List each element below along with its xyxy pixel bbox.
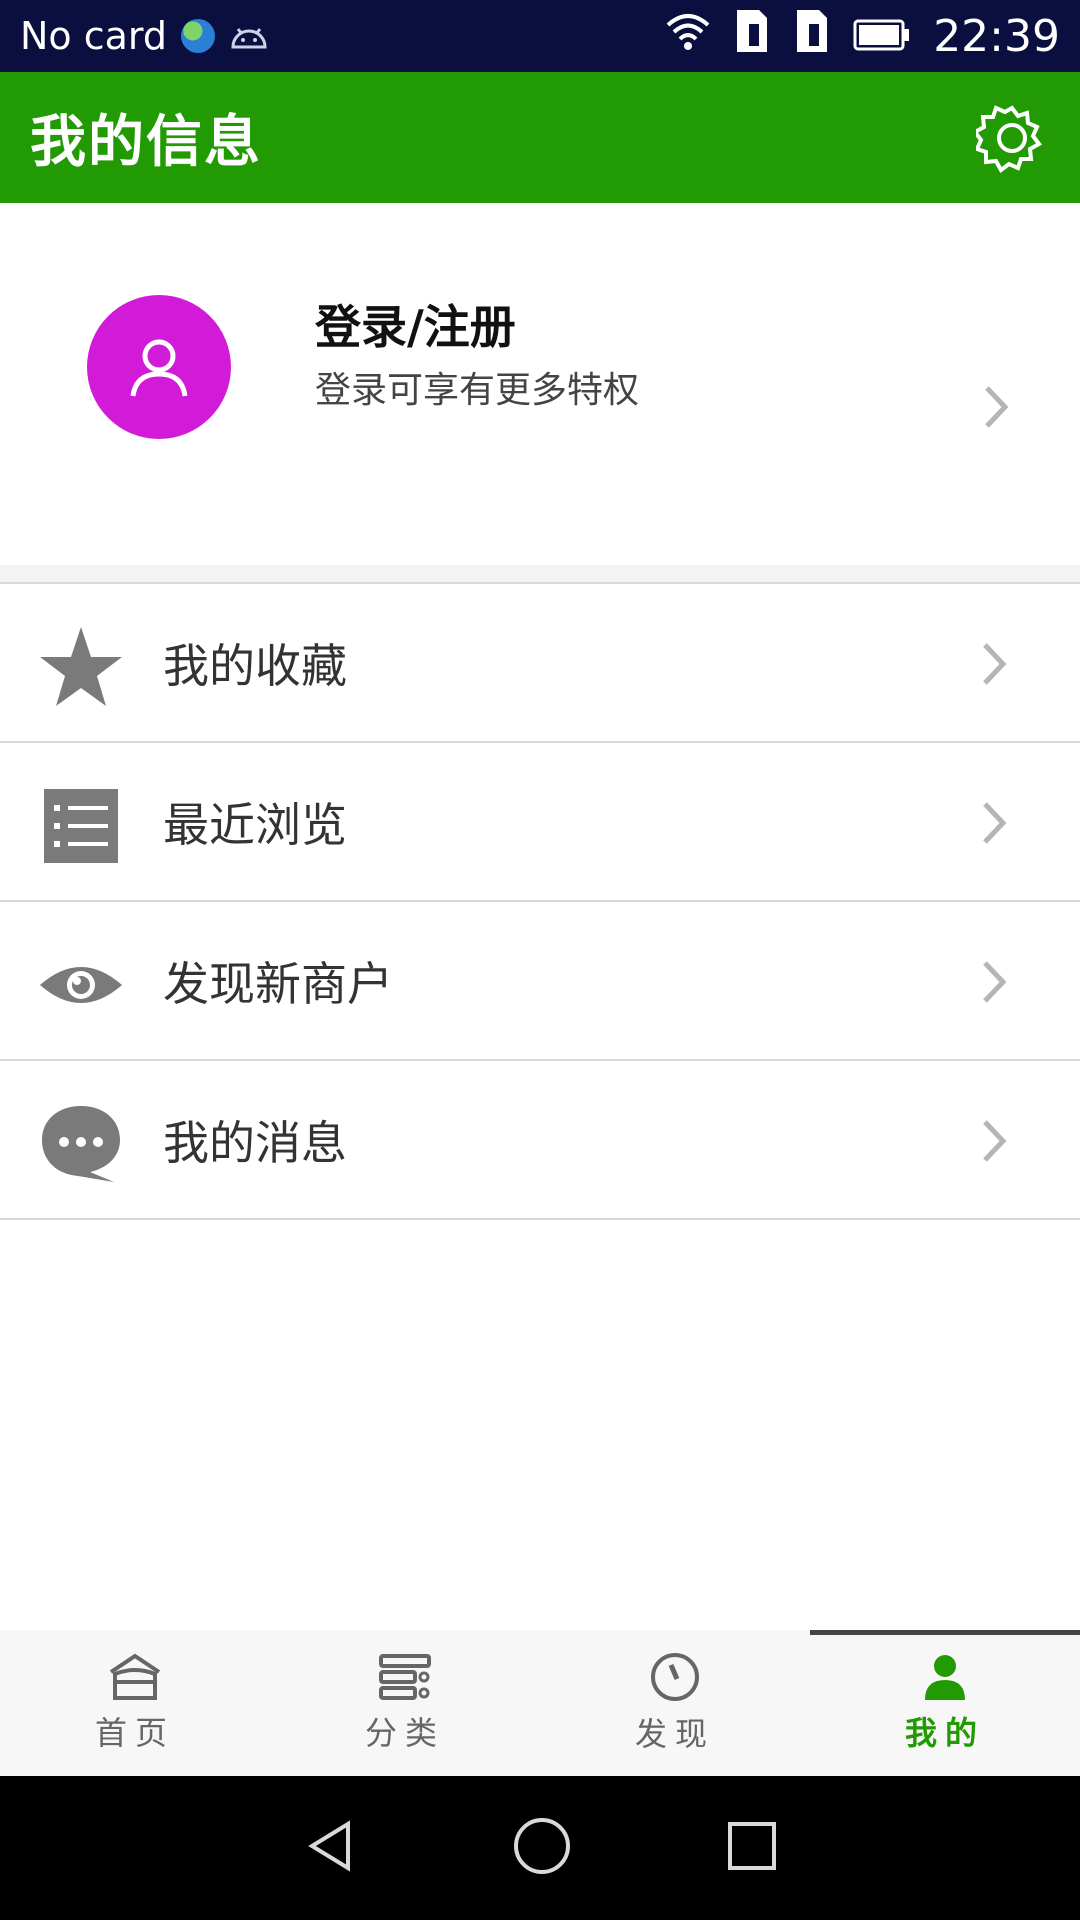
bottom-tab-bar: 首页 分类 发现 我的 bbox=[0, 1630, 1080, 1776]
status-bar: No card 22:39 bbox=[0, 0, 1080, 72]
home-circle-icon bbox=[514, 1818, 570, 1874]
home-button[interactable] bbox=[510, 1814, 574, 1882]
menu-item-discover-merchants[interactable]: 发现新商户 bbox=[0, 902, 1080, 1061]
category-icon bbox=[379, 1654, 431, 1700]
app-header: 我的信息 bbox=[0, 72, 1080, 203]
tab-label: 分类 bbox=[364, 1714, 445, 1752]
avatar[interactable] bbox=[87, 295, 231, 439]
tab-label: 我的 bbox=[904, 1714, 985, 1752]
tab-discover[interactable]: 发现 bbox=[540, 1630, 810, 1776]
tab-label: 首页 bbox=[94, 1714, 175, 1752]
chevron-right-icon bbox=[976, 958, 1012, 1006]
chevron-right-icon bbox=[978, 383, 1014, 431]
tab-home[interactable]: 首页 bbox=[0, 1630, 270, 1776]
login-card[interactable]: 登录/注册 登录可享有更多特权 bbox=[0, 203, 1080, 565]
tab-label: 发现 bbox=[634, 1715, 715, 1753]
system-navigation-bar bbox=[0, 1776, 1080, 1920]
android-icon bbox=[229, 14, 269, 58]
chevron-right-icon bbox=[976, 799, 1012, 847]
sim1-icon bbox=[733, 8, 771, 65]
menu-item-recent[interactable]: 最近浏览 bbox=[0, 743, 1080, 902]
login-subtitle: 登录可享有更多特权 bbox=[315, 370, 640, 411]
home-icon bbox=[109, 1653, 161, 1700]
page-title: 我的信息 bbox=[30, 110, 262, 175]
login-register-title[interactable]: 登录/注册 bbox=[315, 291, 516, 357]
back-triangle-icon bbox=[308, 1820, 350, 1872]
menu-item-label: 我的消息 bbox=[163, 1115, 347, 1170]
chevron-right-icon bbox=[976, 640, 1012, 688]
carrier-text: No card bbox=[20, 14, 168, 58]
star-icon bbox=[38, 624, 124, 710]
menu-item-messages[interactable]: 我的消息 bbox=[0, 1061, 1080, 1220]
chevron-right-icon bbox=[976, 1117, 1012, 1165]
gear-icon bbox=[976, 104, 1042, 173]
battery-icon bbox=[853, 11, 911, 62]
compass-icon bbox=[651, 1653, 699, 1701]
eye-icon bbox=[38, 942, 124, 1028]
tab-mine[interactable]: 我的 bbox=[810, 1630, 1080, 1776]
active-tab-indicator bbox=[810, 1630, 1080, 1635]
menu-item-label: 最近浏览 bbox=[163, 797, 347, 852]
sim2-icon bbox=[793, 8, 831, 65]
settings-button[interactable] bbox=[974, 100, 1050, 176]
menu-list: 我的收藏 最近浏览 发现新商户 我的消息 bbox=[0, 584, 1080, 1220]
section-divider bbox=[0, 565, 1080, 584]
menu-item-favorites[interactable]: 我的收藏 bbox=[0, 584, 1080, 743]
user-icon bbox=[925, 1655, 965, 1700]
back-button[interactable] bbox=[300, 1816, 360, 1880]
menu-item-label: 我的收藏 bbox=[163, 638, 347, 693]
recents-square-icon bbox=[728, 1822, 776, 1870]
tab-category[interactable]: 分类 bbox=[270, 1630, 540, 1776]
chat-icon bbox=[38, 1101, 124, 1187]
wifi-icon bbox=[665, 11, 711, 62]
menu-item-label: 发现新商户 bbox=[163, 956, 393, 1011]
clock-text: 22:39 bbox=[933, 10, 1060, 62]
user-icon bbox=[130, 339, 188, 397]
recents-button[interactable] bbox=[724, 1818, 780, 1878]
globe-icon bbox=[181, 19, 216, 53]
list-icon bbox=[38, 783, 124, 869]
